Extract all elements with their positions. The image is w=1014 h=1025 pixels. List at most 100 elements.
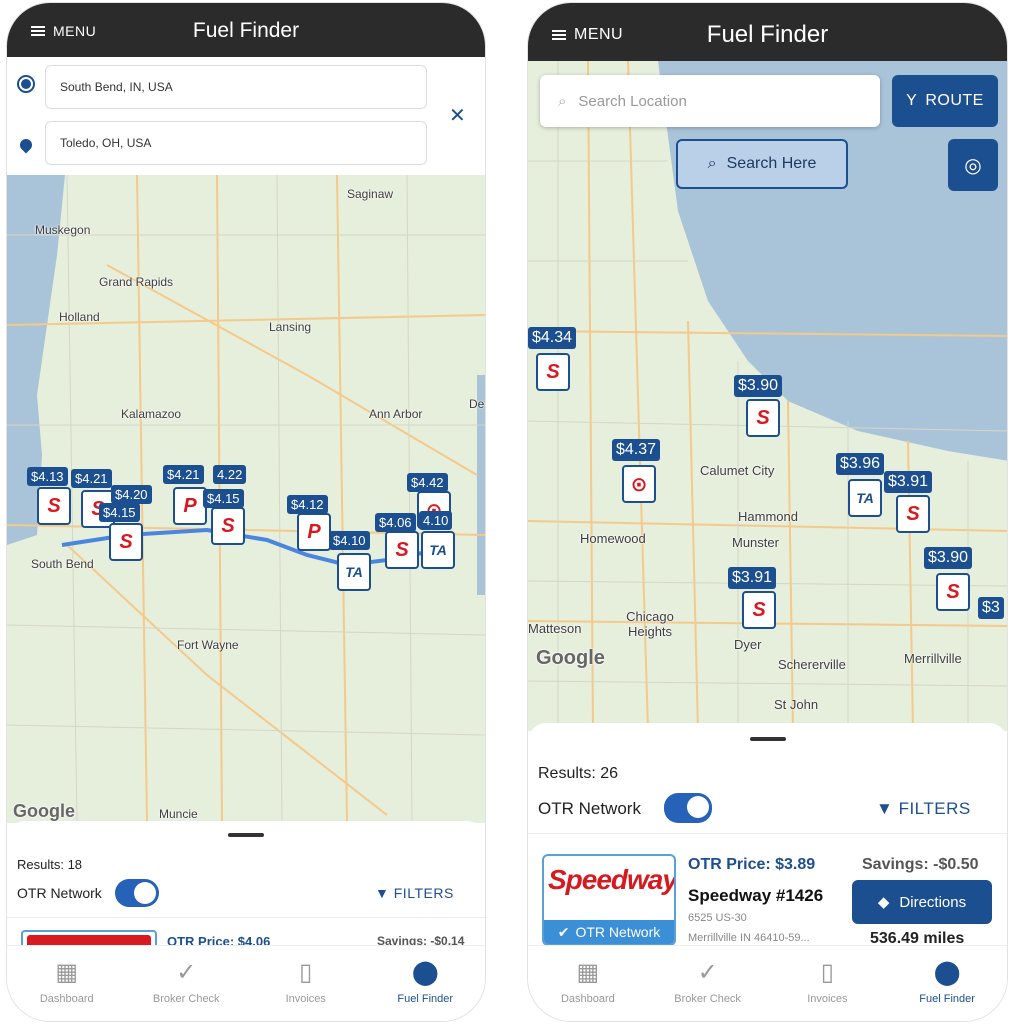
nav-invoices[interactable]: ▯ Invoices <box>246 946 366 1021</box>
station-pin[interactable]: TA <box>421 531 455 569</box>
map-label-lansing: Lansing <box>269 320 312 334</box>
price-tag[interactable]: $4.34 <box>528 327 577 349</box>
search-icon: ⌕ <box>558 92 567 110</box>
price-tag[interactable]: $4.13 <box>27 467 68 486</box>
map-label-grand-rapids: Grand Rapids <box>99 275 174 289</box>
price-tag[interactable]: $3.90 <box>924 547 973 569</box>
station-pin[interactable]: P <box>297 513 331 551</box>
check-circle-icon: ✓ <box>697 959 718 986</box>
price-tag[interactable]: 4.22 <box>213 465 247 484</box>
route-button[interactable]: Y ROUTE <box>892 75 998 127</box>
sheet-handle[interactable] <box>749 737 786 741</box>
price-tag[interactable]: $4.10 <box>329 531 370 550</box>
map-label-muncie: Muncie <box>159 807 198 821</box>
price-tag[interactable]: $4.06 <box>375 513 416 532</box>
map-label-schererville: Schererville <box>778 657 846 672</box>
station-pin[interactable]: S <box>536 353 570 391</box>
price-tag[interactable]: $3.90 <box>734 375 783 397</box>
otr-network-toggle[interactable] <box>664 793 712 823</box>
savings-value: Savings: -$0.50 <box>862 856 979 873</box>
station-pin[interactable]: S <box>936 573 970 611</box>
sheet-handle[interactable] <box>228 833 264 837</box>
route-map[interactable]: Saginaw Muskegon Grand Rapids Holland La… <box>7 175 485 823</box>
destination-field[interactable]: Toledo, OH, USA <box>45 121 427 165</box>
map-label-homewood: Homewood <box>580 531 646 546</box>
price-tag[interactable]: 4.10 <box>419 511 453 530</box>
station-pin[interactable]: TA <box>848 479 882 517</box>
crosshair-icon: ◎ <box>964 154 982 177</box>
close-icon[interactable]: ✕ <box>449 103 466 128</box>
price-tag[interactable]: $4.21 <box>163 465 204 484</box>
origin-field[interactable]: South Bend, IN, USA <box>45 65 427 109</box>
search-location-input[interactable]: ⌕ Search Location <box>540 75 880 127</box>
station-pin[interactable]: S <box>896 495 930 533</box>
map-graphics <box>7 175 485 823</box>
otr-network-toggle[interactable] <box>115 879 159 907</box>
nav-broker-check[interactable]: ✓ Broker Check <box>648 946 768 1021</box>
price-tag[interactable]: $4.37 <box>612 439 661 461</box>
price-tag[interactable]: $4.20 <box>111 485 152 504</box>
station-pin[interactable]: S <box>211 507 245 545</box>
nav-fuel-finder[interactable]: ⬤ Fuel Finder <box>366 946 486 1021</box>
directions-button[interactable]: ◆ Directions <box>852 880 992 924</box>
price-tag[interactable]: $3.91 <box>884 471 933 493</box>
map-pin-icon: ⬤ <box>411 959 439 986</box>
check-circle-icon: ✓ <box>176 959 197 986</box>
grid-icon: ▦ <box>55 959 79 986</box>
station-address-2: Merrillville IN 46410-59... <box>688 932 810 944</box>
nav-broker-check[interactable]: ✓ Broker Check <box>127 946 247 1021</box>
station-pin[interactable]: ⊙ <box>622 465 656 503</box>
station-pin[interactable]: S <box>385 531 419 569</box>
price-tag[interactable]: $4.15 <box>203 489 244 508</box>
speedway-logo-icon: S <box>395 538 409 561</box>
nav-fuel-finder[interactable]: ⬤ Fuel Finder <box>887 946 1007 1021</box>
result-card[interactable]: OTR Price: $4.06 Savings: -$0.14 <box>7 917 485 952</box>
ta-logo-icon: TA <box>345 564 363 580</box>
nav-invoices[interactable]: ▯ Invoices <box>768 946 888 1021</box>
bottom-nav: ▦ Dashboard ✓ Broker Check ▯ Invoices ⬤ Fuel… <box>528 945 1007 1021</box>
pilot-logo-icon: P <box>307 520 321 543</box>
station-pin[interactable]: S <box>109 523 143 561</box>
area-map[interactable]: ⌕ Search Location Y ROUTE ⌕ Search Here ◎ C… <box>528 61 1007 731</box>
map-label-detroit: De <box>469 397 485 411</box>
filters-label: FILTERS <box>393 885 454 901</box>
phone-left: MENU Fuel Finder South Bend, IN, USA Tol… <box>6 2 486 1022</box>
price-tag[interactable]: $4.42 <box>407 473 448 492</box>
app-header: MENU Fuel Finder <box>528 3 1007 61</box>
price-tag[interactable]: $4.12 <box>287 495 328 514</box>
map-label-hammond: Hammond <box>738 509 798 524</box>
results-count: Results: 26 <box>538 765 619 782</box>
station-pin[interactable]: TA <box>337 553 371 591</box>
station-pin[interactable]: P <box>173 487 207 525</box>
speedway-logo-icon: S <box>221 514 235 537</box>
locate-button[interactable]: ◎ <box>948 139 998 191</box>
map-label-st-john: St John <box>774 697 819 712</box>
app-title: Fuel Finder <box>192 19 300 42</box>
station-pin[interactable]: S <box>746 399 780 437</box>
ta-logo-icon: TA <box>429 542 447 558</box>
filters-button[interactable]: ▼ FILTERS <box>876 799 971 819</box>
price-tag[interactable]: $3.96 <box>836 453 885 475</box>
station-pin[interactable]: S <box>742 591 776 629</box>
filters-label: FILTERS <box>898 799 971 818</box>
result-card[interactable]: Speedway ✔ OTR Network OTR Price: $3.89 S… <box>528 833 1007 947</box>
map-label-holland: Holland <box>59 310 100 324</box>
search-here-button[interactable]: ⌕ Search Here <box>676 139 848 189</box>
station-pin[interactable]: S <box>37 487 71 525</box>
filters-button[interactable]: ▼ FILTERS <box>375 885 454 901</box>
price-tag[interactable]: $4.21 <box>71 469 112 488</box>
otr-price: OTR Price: $3.89 <box>688 856 816 873</box>
nav-dashboard[interactable]: ▦ Dashboard <box>528 946 648 1021</box>
app-header: MENU Fuel Finder <box>7 3 485 57</box>
map-label-south-bend: South Bend <box>31 557 94 571</box>
map-label-matteson: Matteson <box>528 621 582 636</box>
nav-dashboard[interactable]: ▦ Dashboard <box>7 946 127 1021</box>
price-tag[interactable]: $4.15 <box>99 503 140 522</box>
radio-dot-icon <box>17 75 35 93</box>
results-sheet: Results: 26 OTR Network ▼ FILTERS Speedw… <box>528 723 1007 947</box>
price-tag[interactable]: $3 <box>978 597 1004 619</box>
otr-network-label: OTR Network <box>538 799 641 818</box>
speedway-logo-icon: S <box>47 494 61 517</box>
origin-value: South Bend, IN, USA <box>60 80 173 94</box>
price-tag[interactable]: $3.91 <box>728 567 777 589</box>
